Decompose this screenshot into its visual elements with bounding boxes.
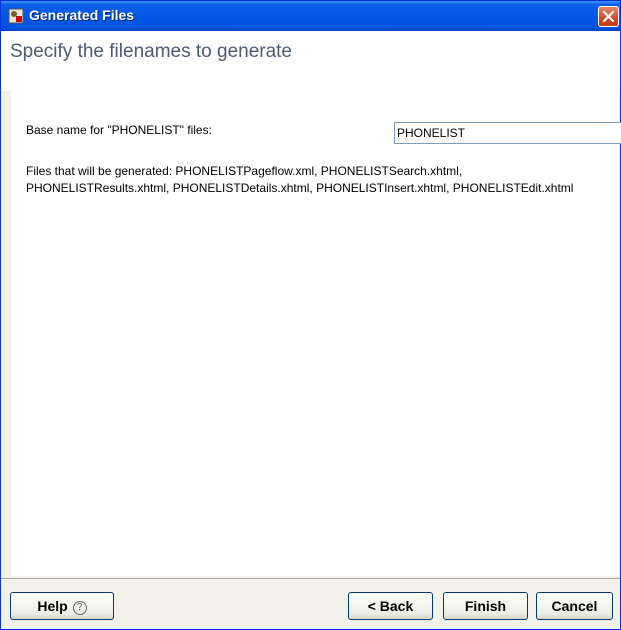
- base-name-label: Base name for "PHONELIST" files:: [26, 123, 212, 137]
- cancel-button[interactable]: Cancel: [536, 592, 613, 620]
- header-panel: Specify the filenames to generate: [1, 31, 620, 91]
- title-bar[interactable]: Generated Files: [1, 1, 620, 31]
- close-button[interactable]: [598, 6, 619, 27]
- finish-button[interactable]: Finish: [443, 592, 528, 620]
- content-panel: Base name for "PHONELIST" files: Files t…: [11, 91, 621, 576]
- help-icon: ?: [72, 600, 87, 615]
- button-separator-highlight: [1, 579, 620, 580]
- dialog-window: Generated Files Specify the filenames to…: [0, 0, 621, 630]
- page-title: Specify the filenames to generate: [10, 41, 293, 62]
- back-button[interactable]: < Back: [348, 592, 433, 620]
- base-name-input[interactable]: [394, 122, 621, 144]
- close-icon: [602, 10, 615, 23]
- generated-files-text: Files that will be generated: PHONELISTP…: [26, 164, 574, 195]
- help-button-label: Help: [37, 597, 68, 614]
- window-title: Generated Files: [29, 7, 135, 23]
- app-icon: [8, 8, 24, 24]
- help-button[interactable]: Help?: [10, 592, 114, 620]
